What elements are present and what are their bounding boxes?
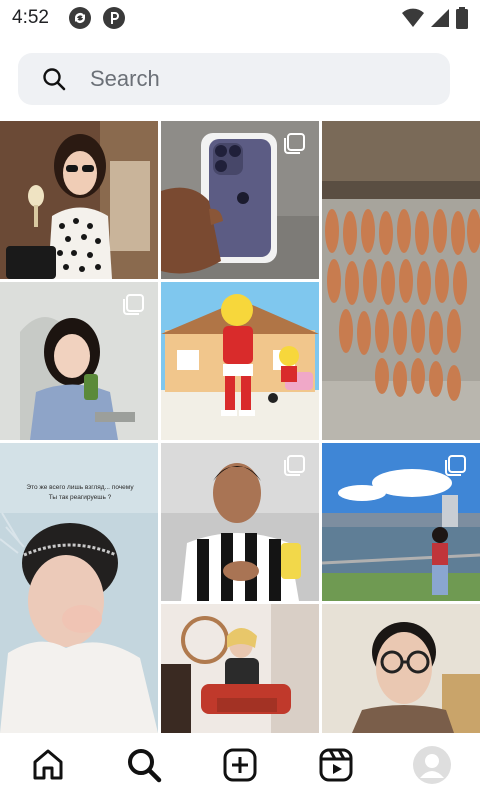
status-icons [402,7,468,34]
post-thumbnail [322,604,480,733]
multiple-posts-icon [283,455,305,477]
profile-avatar [413,745,451,789]
nav-reels[interactable] [316,747,356,787]
search-icon [126,747,162,788]
post-thumbnail [0,121,158,279]
multiple-posts-icon [283,133,305,155]
caption-line-1: Это же всего лишь взгляд... почему [26,484,134,491]
grid-tile-6[interactable]: Это же всего лишь взгляд... почему Ты та… [0,443,158,733]
nav-search[interactable] [124,747,164,787]
status-bar: 4:52 [0,0,480,36]
search-icon [42,67,66,96]
reels-icon [318,747,354,788]
signal-icon [430,8,450,33]
grid-tile-8[interactable] [322,443,480,601]
app-icon [102,6,126,35]
nav-create[interactable] [220,747,260,787]
nav-profile[interactable] [412,745,452,789]
grid-tile-9[interactable] [161,604,319,733]
post-thumbnail [161,282,319,440]
post-thumbnail [322,121,480,440]
grid-tile-7[interactable] [161,443,319,601]
home-icon [30,747,66,788]
post-thumbnail [161,604,319,733]
grid-tile-2[interactable] [161,121,319,279]
grid-tile-5[interactable] [161,282,319,440]
battery-icon [456,7,468,34]
sync-icon [68,6,92,35]
search-input[interactable] [90,53,430,105]
grid-tile-4[interactable] [0,282,158,440]
grid-tile-10[interactable] [322,604,480,733]
caption-line-2: Ты так реагируешь ? [48,494,112,501]
multiple-posts-icon [444,455,466,477]
grid-tile-3[interactable] [322,121,480,440]
multiple-posts-icon [122,294,144,316]
explore-grid: Это же всего лишь взгляд... почему Ты та… [0,121,480,733]
status-time: 4:52 [12,7,49,28]
wifi-icon [402,8,424,33]
post-caption: Это же всего лишь взгляд... почему Ты та… [10,483,150,503]
grid-tile-1[interactable] [0,121,158,279]
bottom-nav [0,733,480,800]
create-icon [222,747,258,788]
search-bar[interactable] [18,53,450,105]
nav-home[interactable] [28,747,68,787]
